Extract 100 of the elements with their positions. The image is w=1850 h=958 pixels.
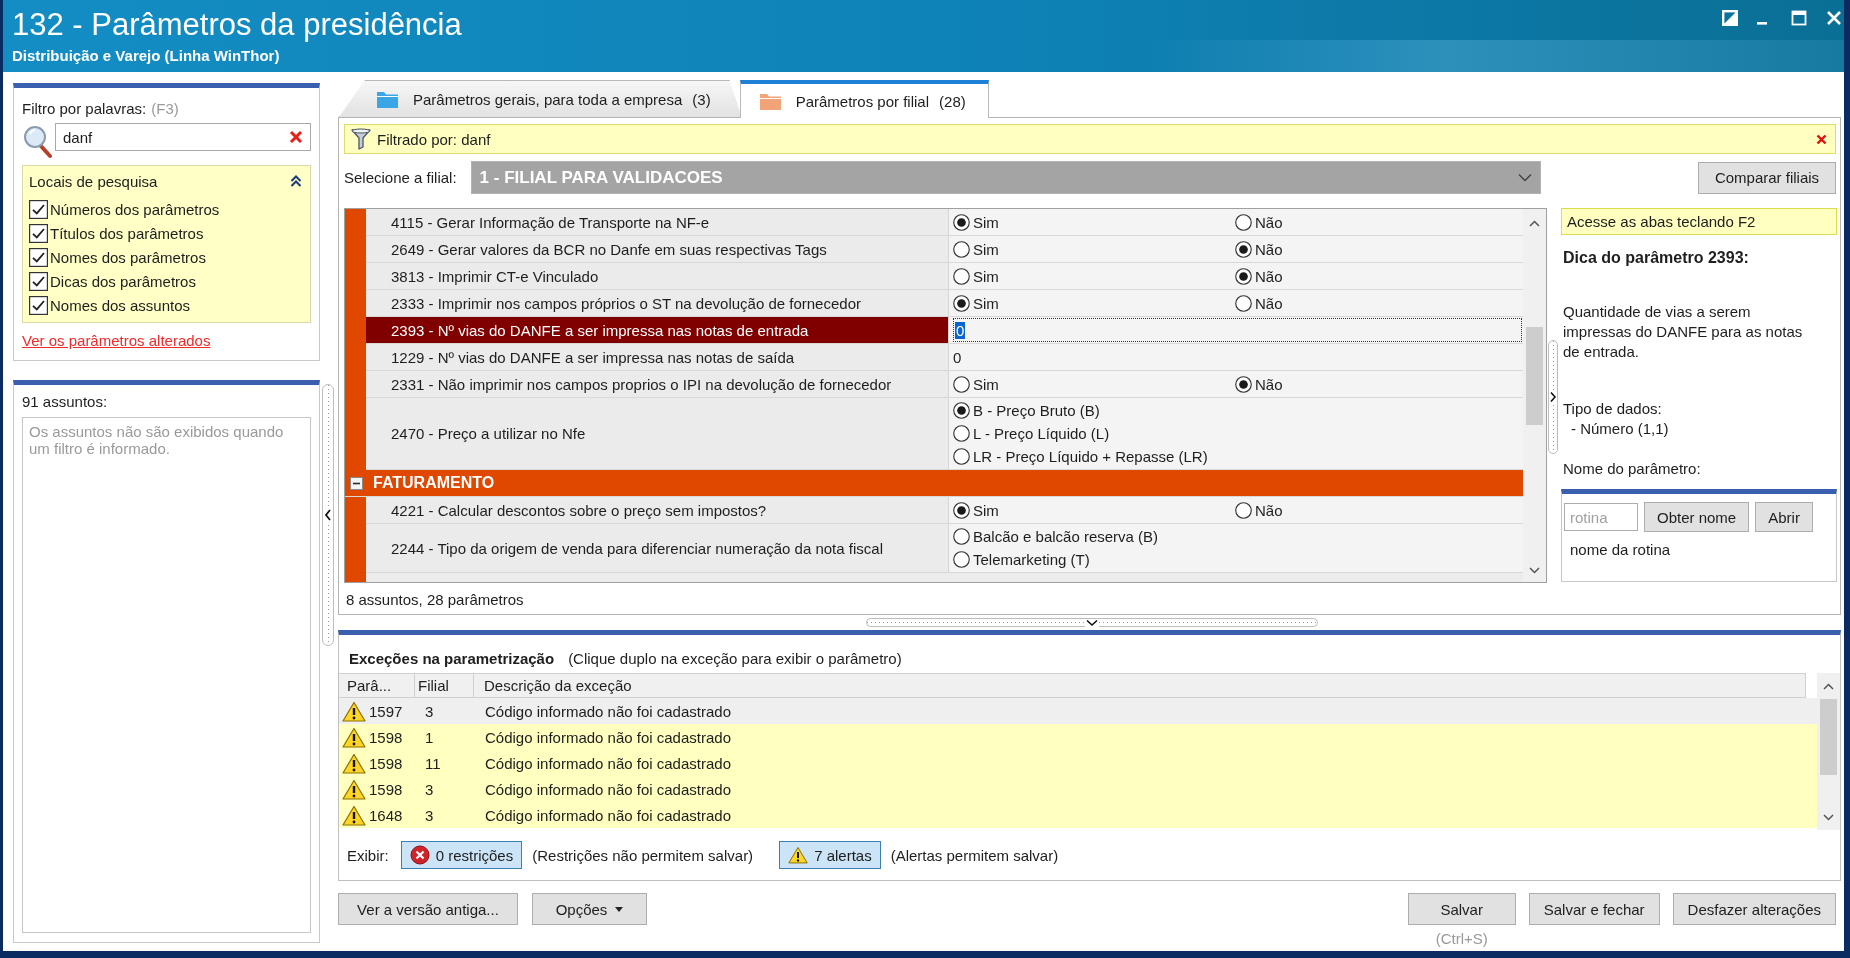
exception-row[interactable]: 1598 11 Código informado não foi cadastrado [339, 750, 1817, 776]
radio-option[interactable]: Sim [953, 237, 1235, 261]
routine-field[interactable]: rotina [1564, 503, 1638, 531]
radio-option[interactable]: Telemarketing (T) [953, 548, 1090, 571]
search-field[interactable]: danf [55, 123, 311, 151]
checkbox-icon[interactable] [29, 271, 48, 291]
maximize-icon[interactable] [1791, 10, 1807, 26]
radio-icon[interactable] [1235, 267, 1252, 285]
radio-option[interactable]: Não [1235, 237, 1517, 261]
section-title: Locais de pesquisa [29, 172, 158, 190]
splitter-handle[interactable] [322, 384, 334, 646]
table-cell: 1598 [369, 754, 403, 772]
vertical-scrollbar[interactable] [1523, 209, 1546, 582]
exception-row[interactable]: 1597 3 Código informado não foi cadastrado [339, 698, 1817, 724]
chevron-up-icon[interactable] [1823, 683, 1834, 690]
table-cell: 1598 [369, 780, 403, 798]
action-button[interactable]: Desfazer alterações [1672, 893, 1836, 925]
toggle-button[interactable]: 0 restrições [400, 841, 523, 869]
radio-icon[interactable] [1235, 213, 1252, 231]
checkbox-icon[interactable] [29, 247, 48, 267]
radio-option[interactable]: L - Preço Líquido (L) [953, 422, 1110, 445]
table-cell-text: Código informado não foi cadastrado [484, 702, 732, 720]
splitter-handle[interactable] [866, 618, 1318, 627]
checkbox-option[interactable]: Nomes dos assuntos [29, 293, 302, 317]
radio-option[interactable]: Sim [953, 210, 1235, 234]
changed-parameters-link[interactable]: Ver os parâmetros alterados [22, 332, 211, 350]
table-cell-text: 1 [424, 728, 435, 746]
radio-icon[interactable] [1235, 240, 1252, 258]
radio-icon[interactable] [1235, 294, 1252, 312]
action-button[interactable]: Ver a versão antiga... [338, 893, 518, 925]
exceptions-title: Exceções na parametrização [349, 650, 555, 667]
menu-button[interactable]: Opções [532, 893, 647, 925]
radio-icon[interactable] [953, 294, 970, 312]
group-header[interactable]: FATURAMENTO [345, 470, 1523, 497]
column-header[interactable]: Filial [415, 674, 474, 697]
checkbox-option[interactable]: Dicas dos parâmetros [29, 269, 302, 293]
exception-row[interactable]: 1598 1 Código informado não foi cadastrado [339, 724, 1817, 750]
checkbox-option[interactable]: Nomes dos parâmetros [29, 245, 302, 269]
number-field[interactable]: 0 [953, 318, 1522, 342]
chevron-right-icon[interactable] [1549, 391, 1557, 403]
chevron-up-icon[interactable] [1529, 220, 1540, 227]
radio-icon[interactable] [953, 425, 970, 442]
funnel-icon [351, 128, 371, 150]
radio-option[interactable]: Não [1235, 210, 1517, 234]
radio-option[interactable]: Sim [953, 498, 1235, 522]
checkbox-icon[interactable] [29, 223, 48, 243]
checkbox-option[interactable]: Números dos parâmetros [29, 197, 302, 221]
checkbox-icon[interactable] [29, 199, 48, 219]
caret-icon [615, 906, 624, 912]
radio-icon[interactable] [953, 528, 970, 545]
radio-icon[interactable] [953, 375, 970, 393]
radio-option[interactable]: Sim [953, 372, 1235, 396]
split-square-icon[interactable] [1722, 10, 1738, 26]
chevron-down-icon[interactable] [1823, 814, 1834, 821]
radio-icon[interactable] [953, 213, 970, 231]
radio-option[interactable]: B - Preço Bruto (B) [953, 399, 1100, 422]
radio-icon[interactable] [953, 240, 970, 258]
action-button[interactable]: Salvar e fechar [1528, 893, 1660, 925]
tab[interactable]: Parâmetros gerais, para toda a empresa (3) [339, 80, 742, 117]
exception-row[interactable]: 1598 3 Código informado não foi cadastrado [339, 776, 1817, 802]
double-chevron-up-icon[interactable] [290, 175, 302, 187]
radio-option[interactable]: Não [1235, 498, 1517, 522]
parameter-name[interactable]: 2393 - Nº vias do DANFE a ser impressa nas notas de entrada [366, 317, 949, 343]
radio-icon[interactable] [953, 267, 970, 285]
radio-option[interactable]: Não [1235, 372, 1517, 396]
splitter-handle[interactable] [1548, 340, 1558, 454]
radio-icon[interactable] [1235, 375, 1252, 393]
checkbox-icon[interactable] [29, 295, 48, 315]
hint-title: Dica do parâmetro 2393: [1562, 248, 1750, 268]
radio-icon[interactable] [953, 448, 970, 465]
warning-icon [342, 804, 366, 826]
radio-option[interactable]: Balcão e balcão reserva (B) [953, 525, 1159, 548]
radio-icon[interactable] [953, 551, 970, 568]
column-header[interactable]: Descrição da exceção [474, 674, 1806, 697]
routine-button[interactable]: Obter nome [1644, 502, 1750, 532]
routine-button[interactable]: Abrir [1755, 502, 1813, 532]
radio-option[interactable]: Sim [953, 264, 1235, 288]
vertical-scrollbar[interactable] [1817, 673, 1840, 830]
tab[interactable]: Parâmetros por filial (28) [739, 80, 989, 118]
radio-icon[interactable] [1235, 501, 1252, 519]
scrollbar-thumb[interactable] [1820, 699, 1837, 775]
scrollbar-thumb[interactable] [1526, 327, 1543, 425]
minus-box-icon[interactable] [350, 476, 363, 490]
shortcut-hint: (Ctrl+S) [1435, 931, 1488, 947]
radio-icon[interactable] [953, 501, 970, 519]
checkbox-option[interactable]: Títulos dos parâmetros [29, 221, 302, 245]
exception-row[interactable]: 1648 3 Código informado não foi cadastrado [339, 802, 1817, 828]
action-button[interactable]: Salvar [1407, 893, 1516, 925]
chevron-down-icon[interactable] [1529, 567, 1540, 574]
radio-option[interactable]: LR - Preço Líquido + Repasse (LR) [953, 445, 1208, 468]
radio-icon[interactable] [953, 402, 970, 419]
chevron-down-icon[interactable] [1085, 618, 1099, 627]
radio-option[interactable]: Não [1235, 291, 1517, 315]
close-icon[interactable] [1816, 133, 1827, 145]
compare-button[interactable]: Comparar filiais [1698, 161, 1836, 194]
clear-icon[interactable] [289, 130, 303, 144]
radio-option[interactable]: Sim [953, 291, 1235, 315]
column-header[interactable]: Parâ... [339, 674, 415, 697]
toggle-button[interactable]: 7 alertas [779, 841, 881, 869]
radio-option[interactable]: Não [1235, 264, 1517, 288]
